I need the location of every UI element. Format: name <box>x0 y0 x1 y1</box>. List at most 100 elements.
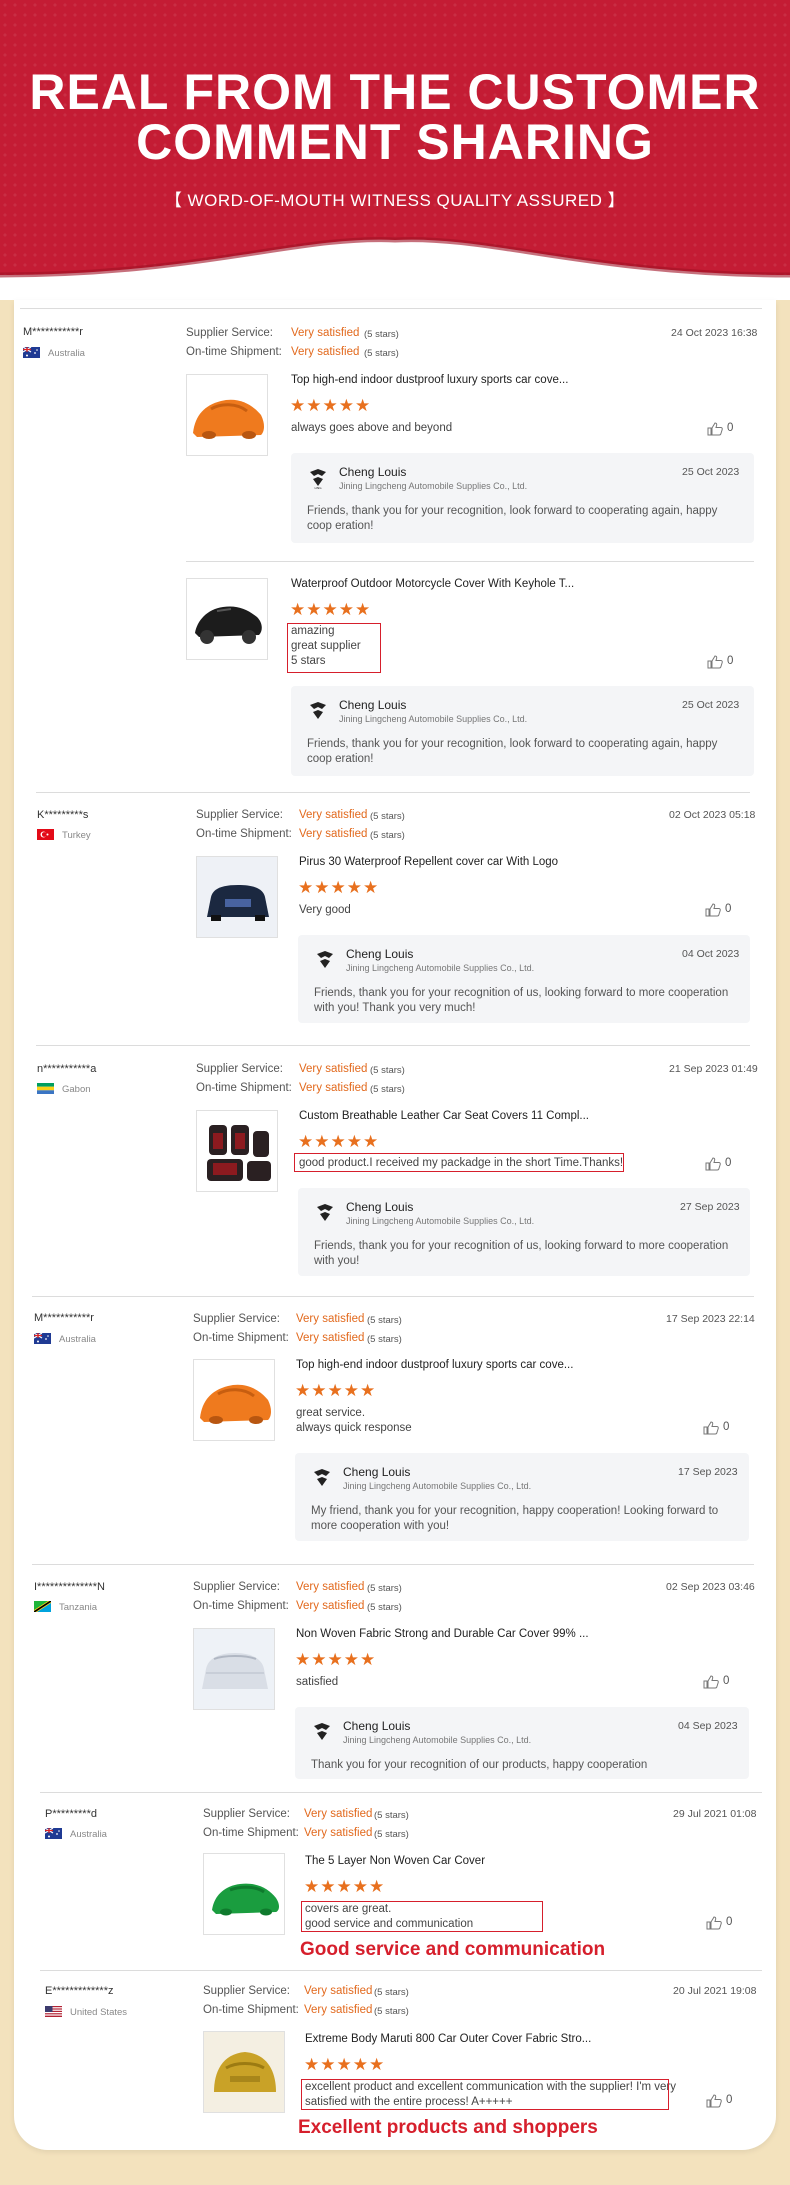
divider <box>186 561 754 562</box>
reply-date: 17 Sep 2023 <box>678 1466 738 1478</box>
reviewer-name: M***********r <box>34 1312 94 1324</box>
flag-australia-icon <box>23 347 40 358</box>
on-time-shipment-value: Very satisfied <box>304 1827 373 1839</box>
product-title[interactable]: Top high-end indoor dustproof luxury spo… <box>296 1359 573 1371</box>
flag-turkey-icon <box>37 829 54 840</box>
supplier-service-label: Supplier Service: <box>186 327 273 339</box>
thumbs-up-icon[interactable] <box>706 1916 722 1930</box>
shipment-stars-text: (5 stars) <box>364 348 399 359</box>
reviewer-name: E*************z <box>45 1985 114 1997</box>
supplier-service-label: Supplier Service: <box>193 1313 280 1325</box>
shipment-stars-text: (5 stars) <box>374 1829 409 1840</box>
reviewer-name: M***********r <box>23 326 83 338</box>
hero-wave-decoration <box>0 237 790 300</box>
review-date: 29 Jul 2021 01:08 <box>673 1808 757 1820</box>
supplier-service-value: Very satisfied <box>299 1063 368 1075</box>
product-title[interactable]: Custom Breathable Leather Car Seat Cover… <box>299 1110 589 1122</box>
comment-highlight-box <box>301 1901 543 1932</box>
reviewer-country: United States <box>70 2007 128 2018</box>
product-image[interactable] <box>186 578 268 660</box>
supplier-reply: LING Cheng Louis Jining Lingcheng Automo… <box>291 453 754 543</box>
review-comment: satisfied <box>296 1676 339 1688</box>
divider <box>32 1296 754 1297</box>
supplier-service-label: Supplier Service: <box>193 1581 280 1593</box>
reviewer-country: Australia <box>48 348 85 359</box>
thumbs-up-icon[interactable] <box>706 2094 722 2108</box>
reply-date: 04 Sep 2023 <box>678 1720 738 1732</box>
product-image[interactable] <box>203 2031 285 2113</box>
reply-company: Jining Lingcheng Automobile Supplies Co.… <box>346 1216 535 1226</box>
product-title[interactable]: Top high-end indoor dustproof luxury spo… <box>291 374 568 386</box>
reviewer-name: P*********d <box>45 1808 97 1820</box>
supplier-stars-text: (5 stars) <box>370 1065 405 1076</box>
supplier-stars-text: (5 stars) <box>367 1315 402 1326</box>
rating-stars: ★★★★★ <box>304 1877 386 1896</box>
reply-company: Jining Lingcheng Automobile Supplies Co.… <box>346 963 535 973</box>
rating-stars: ★★★★★ <box>295 1381 377 1400</box>
supplier-stars-text: (5 stars) <box>374 1810 409 1821</box>
on-time-shipment-label: On-time Shipment: <box>196 1082 292 1094</box>
flag-united-states-icon <box>45 2006 62 2017</box>
supplier-service-label: Supplier Service: <box>203 1808 290 1820</box>
reply-text: Friends, thank you for your recognition … <box>314 1240 729 1267</box>
reply-text: My friend, thank you for your recognitio… <box>311 1505 719 1532</box>
reply-author: Cheng Louis <box>339 465 407 479</box>
like-count: 0 <box>725 1157 732 1169</box>
reply-company: Jining Lingcheng Automobile Supplies Co.… <box>343 1735 532 1745</box>
review-date: 20 Jul 2021 19:08 <box>673 1985 757 1997</box>
supplier-reply: Cheng Louis Jining Lingcheng Automobile … <box>291 686 754 776</box>
flag-australia-icon <box>34 1333 51 1344</box>
on-time-shipment-label: On-time Shipment: <box>196 828 292 840</box>
product-image[interactable] <box>196 1110 278 1192</box>
supplier-reply: Cheng Louis Jining Lingcheng Automobile … <box>298 1188 750 1276</box>
reply-date: 25 Oct 2023 <box>682 699 740 711</box>
product-title[interactable]: Non Woven Fabric Strong and Durable Car … <box>296 1628 589 1640</box>
on-time-shipment-label: On-time Shipment: <box>203 2004 299 2016</box>
product-title[interactable]: Extreme Body Maruti 800 Car Outer Cover … <box>305 2033 591 2045</box>
flag-tanzania-icon <box>34 1601 51 1612</box>
on-time-shipment-value: Very satisfied <box>304 2004 373 2016</box>
thumbs-up-icon[interactable] <box>703 1675 719 1689</box>
product-image[interactable] <box>186 374 268 456</box>
reviewer-country: Tanzania <box>59 1602 98 1613</box>
product-image[interactable] <box>193 1359 275 1441</box>
thumbs-up-icon[interactable] <box>707 655 723 669</box>
thumbs-up-icon[interactable] <box>707 422 723 436</box>
reply-author: Cheng Louis <box>343 1465 411 1479</box>
review-date: 21 Sep 2023 01:49 <box>669 1063 758 1075</box>
product-image[interactable] <box>196 856 278 938</box>
supplier-service-value: Very satisfied <box>296 1581 365 1593</box>
product-image[interactable] <box>203 1853 285 1935</box>
product-title[interactable]: The 5 Layer Non Woven Car Cover <box>305 1855 485 1867</box>
thumbs-up-icon[interactable] <box>705 903 721 917</box>
comment-highlight-box <box>287 623 381 673</box>
shipment-stars-text: (5 stars) <box>370 1084 405 1095</box>
supplier-reply: Cheng Louis Jining Lingcheng Automobile … <box>298 935 750 1023</box>
thumbs-up-icon[interactable] <box>705 1157 721 1171</box>
divider <box>40 1970 762 1971</box>
reply-text: Friends, thank you for your recognition,… <box>307 738 718 765</box>
supplier-service-label: Supplier Service: <box>203 1985 290 1997</box>
supplier-service-value: Very satisfied <box>304 1808 373 1820</box>
hero-subtitle: 【 WORD-OF-MOUTH WITNESS QUALITY ASSURED … <box>164 191 626 210</box>
reviewer-country: Turkey <box>62 830 91 841</box>
supplier-stars-text: (5 stars) <box>367 1583 402 1594</box>
product-image[interactable] <box>193 1628 275 1710</box>
hero-banner: REAL FROM THE CUSTOMER COMMENT SHARING 【… <box>0 0 790 300</box>
product-title[interactable]: Pirus 30 Waterproof Repellent cover car … <box>299 856 558 868</box>
thumbs-up-icon[interactable] <box>703 1421 719 1435</box>
on-time-shipment-value: Very satisfied <box>299 1082 368 1094</box>
supplier-stars-text: (5 stars) <box>364 329 399 340</box>
reply-company: Jining Lingcheng Automobile Supplies Co.… <box>339 714 528 724</box>
product-title[interactable]: Waterproof Outdoor Motorcycle Cover With… <box>291 578 574 590</box>
comment-highlight-box <box>301 2079 669 2110</box>
supplier-stars-text: (5 stars) <box>370 811 405 822</box>
rating-stars: ★★★★★ <box>290 396 372 415</box>
shipment-stars-text: (5 stars) <box>370 830 405 841</box>
reviewer-name: n***********a <box>37 1063 97 1075</box>
reply-text: Thank you for your recognition of our pr… <box>311 1759 648 1771</box>
like-count: 0 <box>723 1675 730 1687</box>
hero-title-line2: COMMENT SHARING <box>136 114 654 170</box>
review-comment: Very good <box>299 904 351 916</box>
rating-stars: ★★★★★ <box>290 600 372 619</box>
